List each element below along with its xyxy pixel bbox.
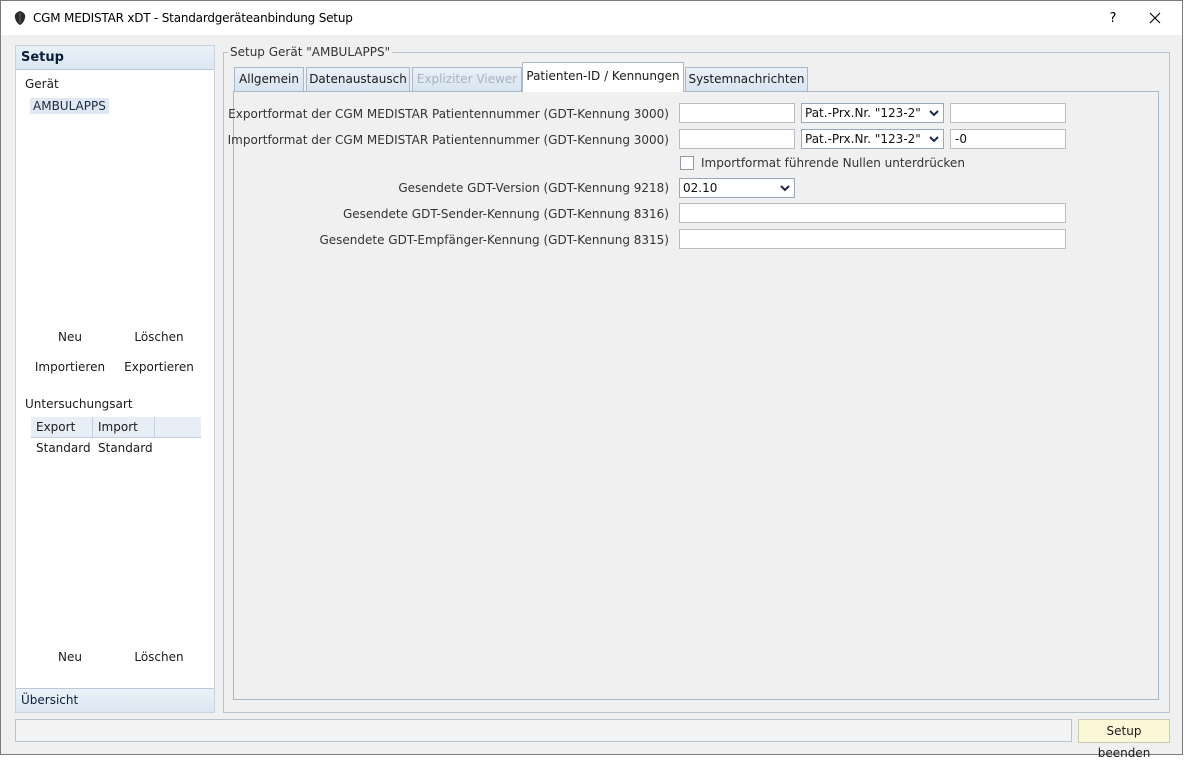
export-suffix-input[interactable]	[950, 103, 1066, 123]
device-list-item[interactable]: AMBULAPPS	[30, 98, 109, 114]
overview-nav[interactable]: Übersicht	[16, 688, 214, 712]
export-format-select[interactable]: Pat.-Prx.Nr. "123-2"	[801, 103, 944, 123]
new-exam-button[interactable]: Neu	[25, 650, 115, 664]
tab-patient-id[interactable]: Patienten-ID / Kennungen	[522, 62, 684, 92]
receiver-id-input[interactable]	[679, 229, 1066, 249]
app-logo-icon	[14, 11, 26, 25]
new-device-button[interactable]: Neu	[25, 330, 115, 344]
import-suffix-input[interactable]: -0	[950, 129, 1066, 149]
export-format-value: Pat.-Prx.Nr. "123-2"	[805, 106, 921, 120]
import-format-select[interactable]: Pat.-Prx.Nr. "123-2"	[801, 129, 944, 149]
patient-id-panel: Exportformat der CGM MEDISTAR Patientenn…	[228, 91, 1159, 700]
chevron-down-icon	[927, 132, 941, 146]
exam-column-blank	[155, 417, 201, 437]
gdt-version-value: 02.10	[683, 181, 718, 195]
export-prefix-input[interactable]	[679, 103, 795, 123]
export-format-label: Exportformat der CGM MEDISTAR Patientenn…	[228, 107, 669, 121]
delete-exam-button[interactable]: Löschen	[114, 650, 204, 664]
setup-sidebar: Setup Gerät AMBULAPPS Neu Löschen Import…	[15, 45, 215, 713]
exam-column-import[interactable]: Import	[93, 417, 155, 437]
close-icon	[1149, 12, 1161, 24]
tab-explicit-viewer: Expliziter Viewer	[412, 67, 522, 92]
import-prefix-input[interactable]	[679, 129, 795, 149]
export-device-button[interactable]: Exportieren	[114, 360, 204, 374]
gdt-version-select[interactable]: 02.10	[679, 178, 795, 198]
app-window: CGM MEDISTAR xDT - Standardgeräteanbindu…	[0, 0, 1183, 760]
tab-general[interactable]: Allgemein	[234, 67, 304, 92]
window-title: CGM MEDISTAR xDT - Standardgeräteanbindu…	[33, 11, 353, 25]
exam-section-label: Untersuchungsart	[25, 397, 133, 411]
gdt-version-label: Gesendete GDT-Version (GDT-Kennung 9218)	[398, 181, 669, 195]
chevron-down-icon	[778, 181, 792, 195]
delete-device-button[interactable]: Löschen	[114, 330, 204, 344]
status-bar	[15, 719, 1072, 742]
close-button[interactable]	[1132, 1, 1178, 35]
suppress-zeros-checkbox[interactable]	[680, 156, 694, 170]
exam-column-export[interactable]: Export	[31, 417, 93, 437]
chevron-down-icon	[927, 106, 941, 120]
exam-cell-import: Standard	[98, 441, 153, 455]
import-device-button[interactable]: Importieren	[25, 360, 115, 374]
receiver-id-label: Gesendete GDT-Empfänger-Kennung (GDT-Ken…	[319, 233, 669, 247]
import-format-label: Importformat der CGM MEDISTAR Patientenn…	[227, 133, 669, 147]
sender-id-input[interactable]	[679, 203, 1066, 223]
exam-cell-export: Standard	[36, 441, 91, 455]
finish-setup-button[interactable]: Setup beenden	[1078, 719, 1170, 760]
import-format-value: Pat.-Prx.Nr. "123-2"	[805, 132, 921, 146]
sidebar-header: Setup	[16, 46, 214, 70]
title-bar: CGM MEDISTAR xDT - Standardgeräteanbindu…	[1, 1, 1182, 35]
sender-id-label: Gesendete GDT-Sender-Kennung (GDT-Kennun…	[342, 207, 669, 221]
table-row[interactable]: Standard Standard	[31, 438, 201, 458]
exam-table: Export Import Standard Standard	[31, 417, 201, 458]
exam-table-header: Export Import	[31, 417, 201, 438]
group-title: Setup Gerät "AMBULAPPS"	[228, 45, 393, 59]
device-section-label: Gerät	[25, 77, 59, 91]
tab-system-messages[interactable]: Systemnachrichten	[685, 67, 808, 92]
suppress-zeros-label: Importformat führende Nullen unterdrücke…	[701, 156, 965, 170]
tab-data-exchange[interactable]: Datenaustausch	[306, 67, 410, 92]
help-button[interactable]: ?	[1090, 1, 1136, 35]
